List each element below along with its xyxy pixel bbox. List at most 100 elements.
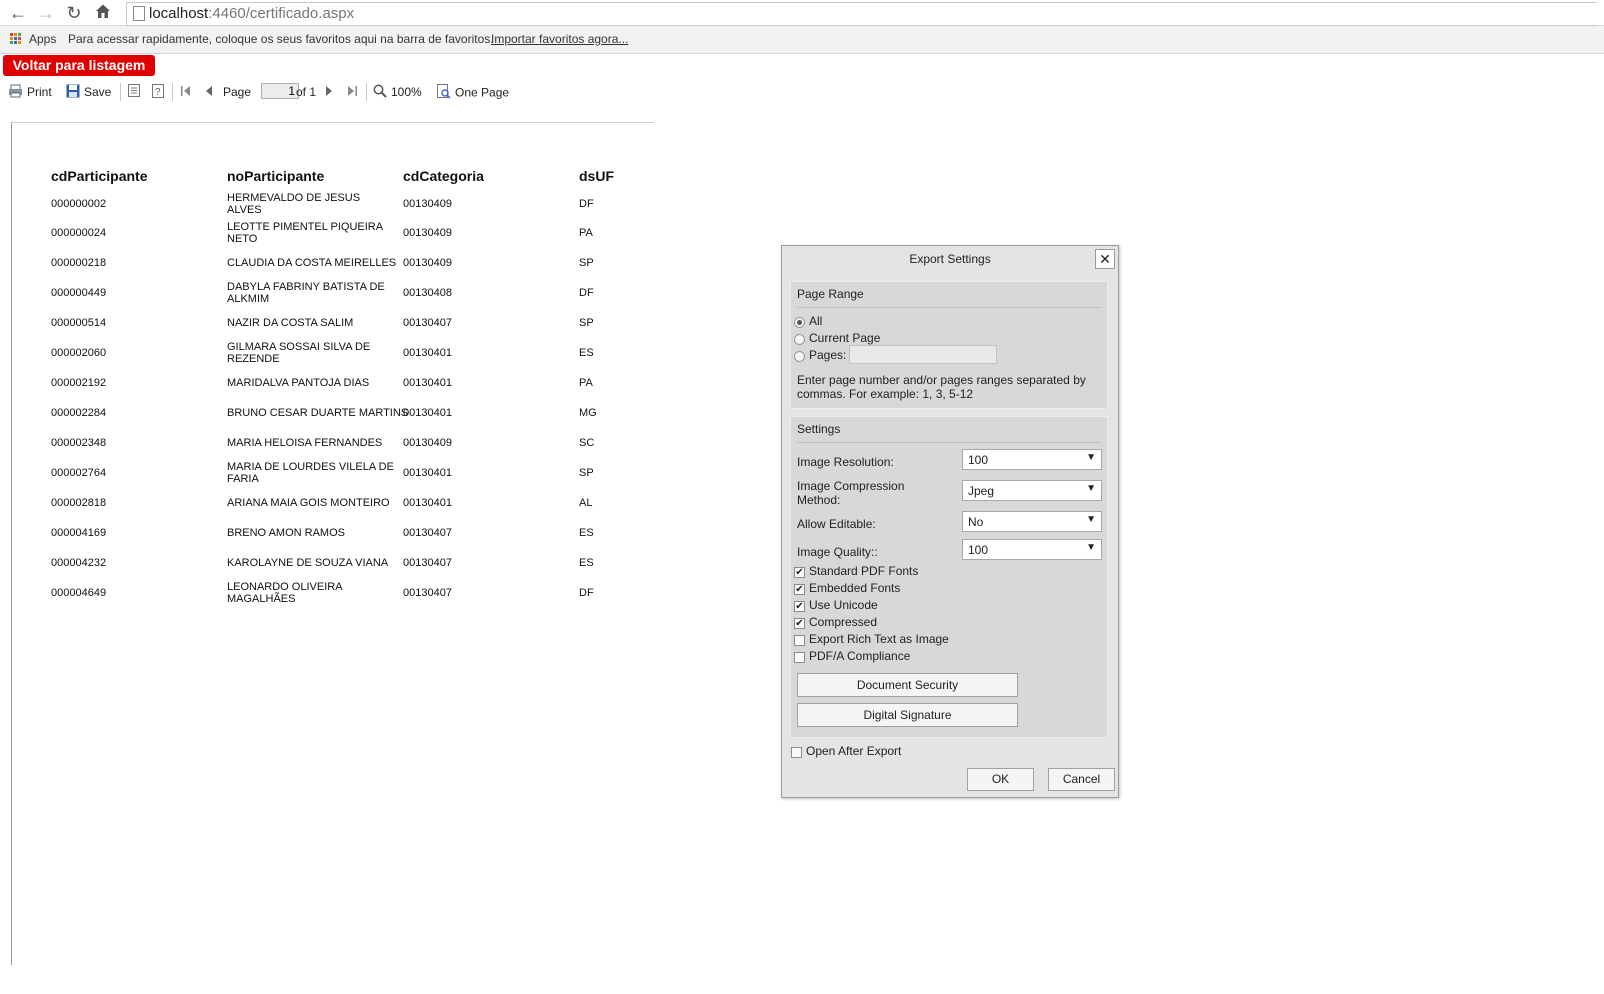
magnifier-icon: [373, 84, 387, 102]
page-icon: [133, 6, 145, 21]
cell-cd-categoria: 00130409: [403, 437, 452, 449]
svg-text:?: ?: [155, 87, 161, 98]
document-security-button[interactable]: Document Security: [797, 673, 1018, 697]
embedded-fonts-checkbox[interactable]: ✔: [794, 584, 805, 595]
cell-cd-participante: 000004649: [51, 587, 107, 599]
first-page-button[interactable]: [180, 84, 196, 100]
cell-cd-participante: 000002192: [51, 377, 107, 389]
radio-current-page-label[interactable]: Current Page: [809, 331, 880, 345]
image-compression-value: Jpeg: [968, 484, 995, 498]
radio-pages[interactable]: [794, 351, 805, 362]
page-number-input[interactable]: [261, 83, 299, 99]
previous-page-button[interactable]: [204, 84, 218, 100]
cell-cd-categoria: 00130409: [403, 257, 452, 269]
url-host: localhost: [149, 5, 209, 22]
back-arrow-icon[interactable]: ←: [8, 3, 28, 23]
radio-pages-label[interactable]: Pages:: [809, 348, 846, 362]
radio-all-label[interactable]: All: [809, 314, 822, 328]
dropdown-arrow-icon: ▼: [1086, 452, 1096, 463]
address-bar[interactable]: localhost:4460/certificado.aspx: [126, 2, 1597, 26]
pages-range-input[interactable]: [849, 345, 997, 364]
open-after-export-label[interactable]: Open After Export: [806, 744, 901, 758]
table-row: 000004169 BRENO AMON RAMOS 00130407 ES: [12, 518, 652, 548]
cancel-button[interactable]: Cancel: [1048, 768, 1115, 791]
close-icon[interactable]: ✕: [1095, 249, 1115, 269]
page-range-help: Enter page number and/or pages ranges se…: [797, 373, 1086, 401]
cell-cd-categoria: 00130401: [403, 407, 452, 419]
radio-all[interactable]: [794, 317, 805, 328]
cell-ds-uf: ES: [579, 527, 594, 539]
export-settings-dialog: Export Settings ✕ Page Range All Current…: [781, 245, 1119, 798]
pdfa-compliance-label[interactable]: PDF/A Compliance: [809, 649, 910, 663]
cell-no-participante: DABYLA FABRINY BATISTA DE ALKMIM: [227, 281, 385, 305]
cell-ds-uf: AL: [579, 497, 593, 509]
standard-pdf-fonts-checkbox[interactable]: ✔: [794, 567, 805, 578]
cell-cd-participante: 000000449: [51, 287, 107, 299]
bookmarks-bar: Apps Para acessar rapidamente, coloque o…: [0, 26, 1604, 54]
home-icon[interactable]: [93, 3, 113, 23]
apps-shortcut[interactable]: Apps: [29, 32, 56, 46]
page-label: Page: [223, 85, 252, 99]
standard-pdf-fonts-label[interactable]: Standard PDF Fonts: [809, 564, 918, 578]
pdfa-compliance-checkbox[interactable]: [794, 652, 805, 663]
image-compression-label: Image Compression Method:: [797, 479, 905, 507]
cell-cd-categoria: 00130407: [403, 527, 452, 539]
next-page-button[interactable]: [324, 84, 338, 100]
bookmarks-toggle-button[interactable]: [128, 84, 144, 100]
export-rich-text-label[interactable]: Export Rich Text as Image: [809, 632, 949, 646]
previous-page-icon: [204, 85, 214, 101]
column-header: cdCategoria: [403, 168, 484, 184]
use-unicode-label[interactable]: Use Unicode: [809, 598, 878, 612]
back-to-list-button[interactable]: Voltar para listagem: [3, 55, 155, 76]
image-resolution-select[interactable]: 100 ▼: [962, 449, 1102, 470]
embedded-fonts-label[interactable]: Embedded Fonts: [809, 581, 900, 595]
image-quality-value: 100: [968, 543, 989, 557]
radio-current-page[interactable]: [794, 334, 805, 345]
cell-ds-uf: SC: [579, 437, 595, 449]
digital-signature-button[interactable]: Digital Signature: [797, 703, 1018, 727]
first-page-icon: [180, 85, 192, 101]
image-quality-select[interactable]: 100 ▼: [962, 539, 1102, 560]
cell-cd-participante: 000004169: [51, 527, 107, 539]
allow-editable-value: No: [968, 515, 984, 529]
cell-cd-participante: 000000002: [51, 198, 107, 210]
import-bookmarks-link[interactable]: Importar favoritos agora...: [491, 32, 628, 46]
cell-no-participante: MARIDALVA PANTOJA DIAS: [227, 377, 370, 389]
print-button[interactable]: Print: [8, 84, 52, 100]
cell-ds-uf: DF: [579, 198, 594, 210]
zoom-value: 100%: [391, 85, 422, 100]
column-header: dsUF: [579, 168, 614, 184]
compressed-label[interactable]: Compressed: [809, 615, 877, 629]
save-button[interactable]: Save: [66, 84, 111, 100]
forward-arrow-icon[interactable]: →: [36, 3, 56, 23]
use-unicode-checkbox[interactable]: ✔: [794, 601, 805, 612]
zoom-button[interactable]: 100%: [373, 84, 422, 100]
image-compression-select[interactable]: Jpeg ▼: [962, 480, 1102, 501]
image-resolution-label: Image Resolution:: [797, 455, 894, 469]
page-magnifier-icon: [437, 84, 451, 103]
view-mode-button[interactable]: One Page: [437, 84, 509, 100]
cell-ds-uf: ES: [579, 557, 594, 569]
table-row: 000002818 ARIANA MAIA GOIS MONTEIRO 0013…: [12, 488, 652, 518]
cell-cd-participante: 000000514: [51, 317, 107, 329]
cell-cd-categoria: 00130401: [403, 347, 452, 359]
cell-no-participante: KAROLAYNE DE SOUZA VIANA: [227, 557, 389, 569]
reload-icon[interactable]: ↻: [64, 3, 84, 23]
allow-editable-select[interactable]: No ▼: [962, 511, 1102, 532]
image-quality-label: Image Quality::: [797, 545, 878, 559]
cell-cd-categoria: 00130401: [403, 497, 452, 509]
open-after-export-checkbox[interactable]: [791, 747, 802, 758]
cell-no-participante: NAZIR DA COSTA SALIM: [227, 317, 354, 329]
parameters-toggle-button[interactable]: ?: [152, 84, 168, 100]
export-rich-text-checkbox[interactable]: [794, 635, 805, 646]
group-divider: [797, 307, 1101, 308]
cell-cd-categoria: 00130401: [403, 377, 452, 389]
compressed-checkbox[interactable]: ✔: [794, 618, 805, 629]
ok-button[interactable]: OK: [967, 768, 1034, 791]
last-page-button[interactable]: [346, 84, 362, 100]
cell-no-participante: HERMEVALDO DE JESUS ALVES: [227, 192, 361, 216]
bookmarks-hint: Para acessar rapidamente, coloque os seu…: [68, 32, 494, 46]
cell-ds-uf: DF: [579, 587, 594, 599]
document-list-icon: [128, 84, 140, 101]
apps-grid-icon[interactable]: [10, 33, 22, 45]
